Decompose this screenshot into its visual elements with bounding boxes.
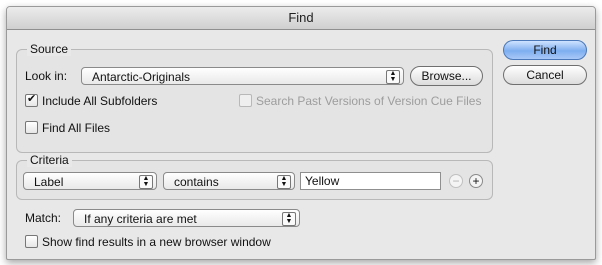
show-results-checkbox[interactable] [25, 235, 38, 249]
include-subfolders-label: Include All Subfolders [42, 94, 158, 108]
look-in-value: Antarctic-Originals [92, 70, 191, 84]
browse-button[interactable]: Browse... [410, 66, 483, 86]
source-group-title: Source [27, 42, 72, 56]
window-title: Find [7, 7, 595, 30]
search-versions-row: Search Past Versions of Version Cue File… [239, 94, 481, 110]
criteria-field-value: Label [34, 175, 64, 189]
show-results-row[interactable]: Show find results in a new browser windo… [25, 235, 271, 251]
updown-arrows-icon: ▲ ▼ [139, 175, 153, 189]
criteria-operator-value: contains [174, 175, 219, 189]
source-group: Source Look in: Antarctic-Originals ▲ ▼ B… [16, 42, 493, 153]
criteria-group: Criteria Label ▲ ▼ contains ▲ ▼ Yellow − + [16, 153, 493, 200]
remove-criteria-icon[interactable]: − [449, 174, 463, 188]
criteria-group-title: Criteria [27, 153, 72, 167]
match-label: Match: [25, 211, 62, 225]
include-subfolders-checkbox[interactable] [25, 92, 38, 108]
find-all-files-checkbox[interactable] [25, 121, 38, 135]
match-value: If any criteria are met [84, 212, 197, 226]
criteria-operator-popup[interactable]: contains ▲ ▼ [163, 172, 295, 190]
find-dialog: Find Find Cancel Source Look in: Antarct… [6, 6, 596, 260]
look-in-popup[interactable]: Antarctic-Originals ▲ ▼ [81, 67, 404, 85]
updown-arrows-icon: ▲ ▼ [277, 175, 291, 189]
updown-arrows-icon: ▲ ▼ [386, 70, 400, 84]
criteria-text-field[interactable]: Yellow [300, 172, 441, 190]
updown-arrows-icon: ▲ ▼ [282, 212, 296, 226]
criteria-field-popup[interactable]: Label ▲ ▼ [23, 172, 157, 190]
add-criteria-icon[interactable]: + [469, 174, 483, 188]
find-all-files-row[interactable]: Find All Files [25, 121, 110, 137]
include-subfolders-row[interactable]: Include All Subfolders [25, 92, 158, 110]
find-button[interactable]: Find [503, 40, 587, 60]
look-in-label: Look in: [25, 69, 68, 83]
match-popup[interactable]: If any criteria are met ▲ ▼ [73, 209, 300, 227]
cancel-button[interactable]: Cancel [503, 65, 587, 85]
show-results-label: Show find results in a new browser windo… [42, 235, 271, 249]
search-versions-label: Search Past Versions of Version Cue File… [256, 94, 482, 108]
find-all-files-label: Find All Files [42, 121, 111, 135]
search-versions-checkbox [239, 94, 252, 108]
